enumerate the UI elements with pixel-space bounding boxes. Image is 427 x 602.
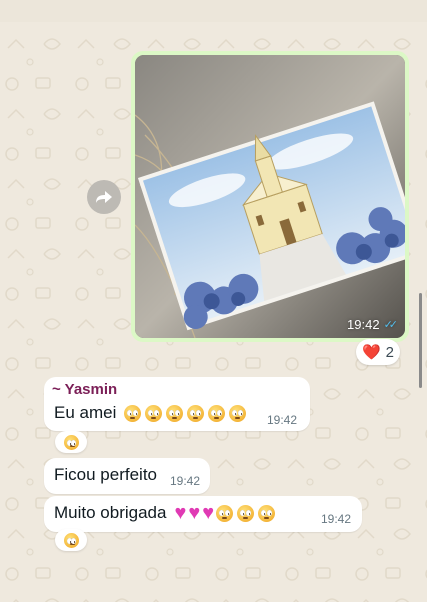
pleading-face-icon xyxy=(258,504,276,522)
message-time: 19:42 xyxy=(267,413,298,427)
message-text-row: Eu amei xyxy=(54,403,250,423)
pink-heart-icon: ♥ xyxy=(188,501,201,524)
heart-reaction-icon: ❤️ xyxy=(361,344,381,361)
forward-button[interactable] xyxy=(87,180,121,214)
message-text: Eu amei xyxy=(54,403,117,422)
pleading-face-icon xyxy=(216,504,234,522)
pink-heart-icon: ♥ xyxy=(202,501,215,524)
message-reaction[interactable] xyxy=(55,529,87,551)
message-reaction[interactable] xyxy=(55,431,87,453)
reaction-count: 2 xyxy=(385,343,395,361)
incoming-message[interactable]: Muito obrigada ♥ ♥ ♥ 19:42 xyxy=(44,496,362,532)
pleading-face-emojis xyxy=(124,404,250,422)
photo-image xyxy=(135,55,405,338)
message-emojis: ♥ ♥ ♥ xyxy=(174,501,279,524)
pleading-face-icon xyxy=(63,434,79,450)
image-time: 19:42 xyxy=(347,317,380,332)
message-text: Ficou perfeito xyxy=(54,465,157,484)
pleading-face-icon xyxy=(208,404,226,422)
forward-arrow-icon xyxy=(96,191,112,203)
photo-postcard-church[interactable]: 19:42 ✓✓ xyxy=(135,55,405,338)
message-time: 19:42 xyxy=(321,512,352,526)
pink-heart-icon: ♥ xyxy=(174,501,187,524)
incoming-message[interactable]: ~ Yasmin Eu amei 19:42 xyxy=(44,377,310,431)
top-edge xyxy=(0,0,427,22)
message-reaction[interactable]: ❤️ 2 xyxy=(356,339,400,365)
pleading-face-icon xyxy=(166,404,184,422)
pleading-face-icon xyxy=(124,404,142,422)
message-text-row: Muito obrigada ♥ ♥ ♥ xyxy=(54,503,279,523)
pleading-face-icon xyxy=(145,404,163,422)
message-text: Muito obrigada xyxy=(54,503,167,522)
pleading-face-icon xyxy=(229,404,247,422)
outgoing-image-message[interactable]: 19:42 ✓✓ xyxy=(131,51,409,342)
incoming-message[interactable]: Ficou perfeito 19:42 xyxy=(44,458,210,494)
double-check-read-icon: ✓✓ xyxy=(383,319,399,331)
image-timestamp: 19:42 ✓✓ xyxy=(347,317,399,332)
sender-name: ~ Yasmin xyxy=(52,381,118,398)
pleading-face-icon xyxy=(63,532,79,548)
scrollbar[interactable] xyxy=(419,293,422,388)
pleading-face-icon xyxy=(187,404,205,422)
message-time: 19:42 xyxy=(170,474,201,488)
pleading-face-icon xyxy=(237,504,255,522)
